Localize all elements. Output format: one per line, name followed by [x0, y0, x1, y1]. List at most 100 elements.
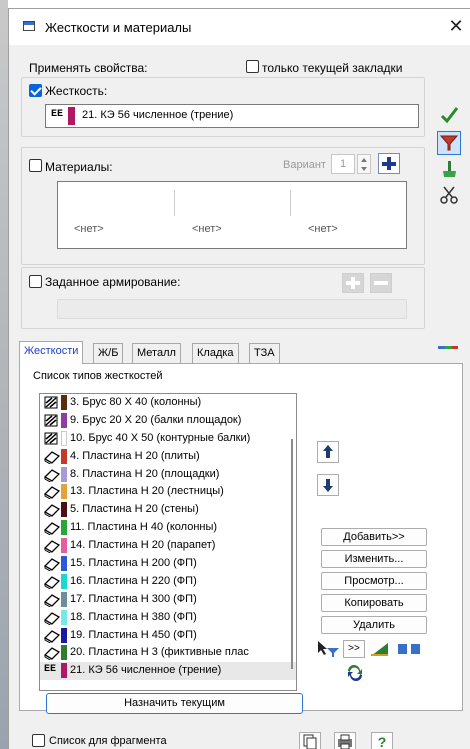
add-button[interactable]: Добавить>>	[321, 528, 427, 546]
materials-table[interactable]: <нет> <нет> <нет>	[57, 181, 407, 249]
copy-doc-button[interactable]	[299, 732, 321, 749]
stiffness-list-title: Список типов жесткостей	[33, 370, 163, 382]
stiffness-checkbox[interactable]	[29, 84, 42, 97]
plate-icon	[43, 539, 61, 555]
edit-button[interactable]: Изменить...	[321, 550, 427, 568]
add-reinforcement-button[interactable]	[342, 273, 364, 293]
move-up-button[interactable]	[317, 441, 339, 463]
materials-divider	[290, 190, 291, 216]
list-item[interactable]: 4. Пластина H 20 (плиты)	[40, 448, 296, 466]
only-current-tab-label: только текущей закладки	[262, 61, 403, 75]
tab-masonry[interactable]: Кладка	[192, 343, 239, 363]
filter-select-button[interactable]	[315, 639, 341, 659]
view-button[interactable]: Просмотр...	[321, 572, 427, 590]
material-cell: <нет>	[192, 223, 222, 235]
chart-icon	[371, 643, 388, 656]
variant-input[interactable]: 1	[331, 154, 355, 174]
list-item[interactable]: 17. Пластина H 300 (ФП)	[40, 591, 296, 609]
stiffness-color-swatch	[61, 502, 67, 518]
stiffness-materials-dialog: Жесткости и материалы ✕ Применять свойст…	[8, 8, 470, 749]
filter-button[interactable]	[437, 131, 461, 155]
materials-label: Материалы:	[45, 160, 113, 174]
reinforcement-checkbox[interactable]	[29, 275, 42, 288]
only-current-tab-checkbox[interactable]	[246, 60, 259, 73]
add-material-button[interactable]	[378, 153, 400, 174]
spin-down-icon[interactable]	[361, 167, 367, 171]
stiffness-color-swatch	[61, 466, 67, 482]
colors-button[interactable]	[433, 335, 461, 359]
material-cell: <нет>	[74, 223, 104, 235]
beam-icon	[44, 396, 58, 409]
material-cell: <нет>	[308, 223, 338, 235]
list-item-label: 16. Пластина H 220 (ФП)	[70, 574, 197, 587]
stiffness-color-swatch	[61, 395, 67, 410]
apply-button[interactable]	[437, 103, 461, 127]
tab-tza[interactable]: ТЗА	[249, 343, 280, 363]
minus-icon	[374, 281, 388, 285]
plate-icon	[43, 629, 61, 645]
list-item-label: 21. КЭ 56 численное (трение)	[70, 664, 222, 677]
list-item[interactable]: EE 21. КЭ 56 численное (трение)	[40, 662, 296, 681]
close-button[interactable]: ✕	[444, 15, 468, 37]
refresh-arrows-icon	[348, 665, 362, 681]
list-item-label: 8. Пластина H 20 (площадки)	[70, 467, 220, 480]
current-stiffness-field[interactable]: EE 21. КЭ 56 численное (трение)	[45, 104, 419, 128]
stiffness-label: Жесткость:	[45, 84, 108, 98]
variant-spinner[interactable]	[357, 154, 371, 174]
stiffness-color-swatch	[61, 412, 67, 428]
list-item[interactable]: 19. Пластина H 450 (ФП)	[40, 627, 296, 645]
list-item[interactable]: 11. Пластина H 40 (колонны)	[40, 519, 296, 537]
list-item[interactable]: 18. Пластина H 380 (ФП)	[40, 609, 296, 627]
tab-reinforced-concrete[interactable]: Ж/Б	[93, 343, 124, 363]
spin-up-icon[interactable]	[361, 158, 367, 162]
current-stiffness-value: 21. КЭ 56 численное (трение)	[82, 109, 234, 121]
list-item-label: 11. Пластина H 40 (колонны)	[70, 521, 218, 534]
print-button[interactable]	[334, 732, 356, 749]
stiffness-list[interactable]: 3. Брус 80 X 40 (колонны) 9. Брус 20 X 20…	[39, 393, 297, 691]
stiffness-color-swatch	[61, 591, 67, 607]
palette-icon	[438, 346, 458, 349]
fragment-list-checkbox[interactable]	[32, 734, 45, 747]
brush-button[interactable]	[437, 157, 461, 181]
assign-current-button[interactable]: Назначить текущим	[46, 693, 303, 714]
list-item-label: 18. Пластина H 380 (ФП)	[70, 610, 197, 623]
list-item[interactable]: 15. Пластина H 200 (ФП)	[40, 555, 296, 573]
scissors-icon	[440, 186, 458, 204]
list-item[interactable]: 16. Пластина H 220 (ФП)	[40, 573, 296, 591]
brush-icon	[443, 161, 456, 177]
list-scrollbar[interactable]	[291, 439, 293, 669]
compare-icon	[398, 644, 420, 654]
list-item-label: 9. Брус 20 X 20 (балки площадок)	[70, 413, 242, 426]
remove-reinforcement-button[interactable]	[370, 273, 392, 293]
list-item-label: 4. Пластина H 20 (плиты)	[70, 449, 200, 462]
list-item[interactable]: 10. Брус 40 X 50 (контурные балки)	[40, 430, 296, 448]
plate-icon	[43, 521, 61, 537]
delete-button[interactable]: Удалить	[321, 616, 427, 634]
refresh-button[interactable]	[344, 663, 366, 683]
list-item[interactable]: 5. Пластина H 20 (стены)	[40, 501, 296, 519]
documents-icon	[303, 734, 317, 749]
cut-button[interactable]	[437, 183, 461, 207]
swap-button[interactable]	[396, 640, 424, 658]
list-item[interactable]: 8. Пластина H 20 (площадки)	[40, 466, 296, 484]
tab-stiffness[interactable]: Жесткости	[19, 341, 84, 364]
plate-icon	[43, 593, 61, 609]
list-item-label: 20. Пластина H 3 (фиктивные плас	[70, 646, 249, 659]
list-item[interactable]: 20. Пластина H 3 (фиктивные плас	[40, 644, 296, 662]
move-down-button[interactable]	[317, 474, 339, 496]
copy-button[interactable]: Копировать	[321, 594, 427, 612]
stiffness-color-swatch	[61, 609, 67, 625]
list-item[interactable]: 13. Пластина H 20 (лестницы)	[40, 483, 296, 501]
list-item[interactable]: 14. Пластина H 20 (парапет)	[40, 537, 296, 555]
window-icon	[23, 21, 35, 31]
reinforcement-field[interactable]	[57, 299, 407, 319]
list-item[interactable]: 3. Брус 80 X 40 (колонны)	[40, 394, 296, 412]
list-item[interactable]: 9. Брус 20 X 20 (балки площадок)	[40, 412, 296, 430]
chart-button[interactable]	[368, 639, 392, 659]
variant-label: Вариант	[283, 159, 326, 171]
plate-icon	[43, 646, 61, 662]
help-button[interactable]: ?	[371, 732, 393, 749]
materials-checkbox[interactable]	[29, 159, 42, 172]
more-button[interactable]: >>	[343, 640, 365, 658]
tab-steel[interactable]: Металл	[132, 343, 181, 363]
